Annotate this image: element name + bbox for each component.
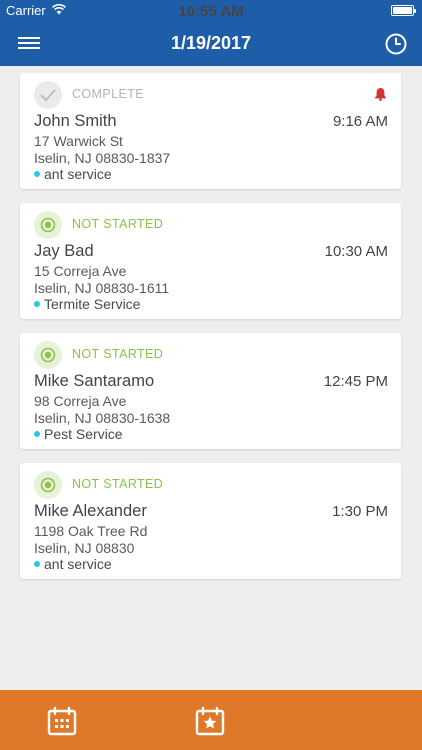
appointment-card[interactable]: NOT STARTED Mike Santaramo 12:45 PM 98 Corr… [20,333,401,449]
status-badge: NOT STARTED [72,217,164,231]
status-badge: NOT STARTED [72,347,164,361]
service-label: Pest Service [44,426,123,442]
address-line-2: Iselin, NJ 08830-1611 [34,280,170,296]
service-type: Termite Service [34,296,140,312]
service-label: ant service [44,166,112,182]
hamburger-icon [18,37,40,39]
appointment-time: 12:45 PM [323,373,388,390]
service-dot [34,301,40,308]
appointment-time: 10:30 AM [324,243,388,260]
address-line-1: 15 Correja Ave [34,263,127,279]
service-dot [34,431,40,438]
tab-bar [0,690,422,750]
service-type: ant service [34,556,112,572]
appointment-card[interactable]: NOT STARTED Mike Alexander 1:30 PM 1198 Oak… [20,463,401,579]
service-dot [34,561,40,568]
service-dot [34,171,40,178]
bell-icon [375,88,386,101]
battery-icon [391,5,416,16]
address-line-1: 98 Correja Ave [34,393,127,409]
calendar-icon[interactable] [47,706,77,736]
status-bar: Carrier 10:55 AM [0,0,422,22]
address-line-1: 1198 Oak Tree Rd [34,523,148,539]
service-type: ant service [34,166,112,182]
target-icon [34,341,62,369]
address-line-2: Iselin, NJ 08830 [34,540,135,556]
customer-name: Jay Bad [34,242,94,260]
address-line-1: 17 Warwick St [34,133,123,149]
checkmark-icon [34,81,62,109]
clock-icon[interactable] [384,32,408,56]
status-time: 10:55 AM [178,3,244,20]
address-line-2: Iselin, NJ 08830-1837 [34,150,171,166]
customer-name: Mike Santaramo [34,372,155,390]
address-line-2: Iselin, NJ 08830-1638 [34,410,171,426]
customer-name: Mike Alexander [34,502,147,520]
appointment-card[interactable]: COMPLETE John Smith 9:16 AM 17 Warwick St Is… [20,73,401,189]
nav-bar: 1/19/2017 [0,22,422,66]
app-header: Carrier 10:55 AM 1/19/2017 [0,0,422,66]
service-type: Pest Service [34,426,123,442]
calendar-star-icon[interactable] [195,706,225,736]
target-icon [34,471,62,499]
appointment-time: 9:16 AM [332,113,388,130]
service-label: ant service [44,556,112,572]
appointment-card[interactable]: NOT STARTED Jay Bad 10:30 AM 15 Correja Ave… [20,203,401,319]
page-title: 1/19/2017 [170,33,252,53]
customer-name: John Smith [34,112,117,130]
appointment-list: COMPLETE John Smith 9:16 AM 17 Warwick St Is… [20,73,401,593]
target-icon [34,211,62,239]
status-badge: COMPLETE [72,87,144,101]
status-badge: NOT STARTED [72,477,164,491]
service-label: Termite Service [44,296,141,312]
menu-button[interactable] [18,34,42,54]
appointment-time: 1:30 PM [332,503,388,520]
